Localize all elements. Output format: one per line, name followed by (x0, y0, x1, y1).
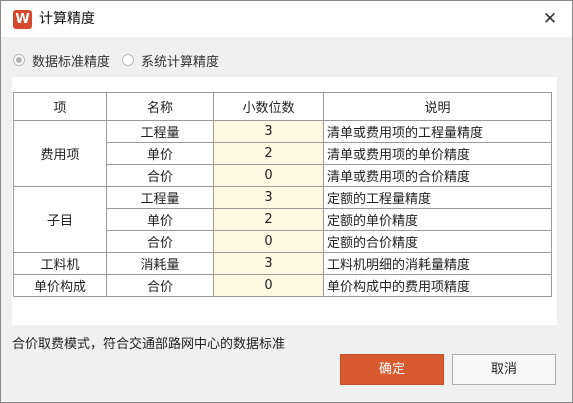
digits-cell[interactable]: 3 (213, 120, 324, 143)
group-cell: 单价构成 (13, 274, 107, 297)
digits-cell[interactable]: 2 (213, 142, 324, 165)
header-item: 项 (13, 92, 107, 121)
option-data-standard[interactable]: 数据标准精度 (13, 51, 110, 70)
digits-cell[interactable]: 3 (213, 252, 324, 275)
name-cell: 合价 (106, 230, 214, 253)
name-cell: 合价 (106, 274, 214, 297)
radio-system-calc[interactable] (122, 54, 135, 66)
dialog-title: 计算精度 (39, 11, 95, 27)
digits-cell[interactable]: 0 (213, 230, 324, 253)
name-cell: 合价 (106, 164, 214, 187)
digits-cell[interactable]: 3 (213, 186, 324, 209)
precision-table: 项 名称 小数位数 说明 费用项 工程量 3 清单或费用项的工程量精度 单价 2… (13, 92, 552, 297)
option-label: 系统计算精度 (141, 54, 220, 70)
digits-cell[interactable]: 0 (213, 274, 324, 297)
group-cell: 子目 (13, 186, 107, 253)
title-bar: W 计算精度 ✕ (1, 1, 572, 37)
header-digits: 小数位数 (213, 92, 324, 121)
table-row: 子目 工程量 3 定额的工程量精度 (13, 186, 552, 253)
close-icon[interactable]: ✕ (538, 7, 562, 31)
name-cell: 消耗量 (106, 252, 214, 275)
group-cell: 工料机 (13, 252, 107, 275)
precision-mode-options: 数据标准精度 系统计算精度 (13, 51, 231, 70)
description-cell: 定额的单价精度 (323, 208, 552, 231)
option-system-calc[interactable]: 系统计算精度 (122, 51, 219, 70)
description-cell: 单价构成中的费用项精度 (323, 274, 552, 297)
table-row: 工料机 消耗量 3 工料机明细的消耗量精度 (13, 252, 552, 275)
table-row: 费用项 工程量 3 清单或费用项的工程量精度 (13, 120, 552, 187)
description-cell: 清单或费用项的合价精度 (323, 164, 552, 187)
description-cell: 工料机明细的消耗量精度 (323, 252, 552, 275)
precision-table-panel: 项 名称 小数位数 说明 费用项 工程量 3 清单或费用项的工程量精度 单价 2… (12, 77, 557, 325)
footer-note: 合价取费模式，符合交通部路网中心的数据标准 (12, 337, 286, 352)
digits-cell[interactable]: 2 (213, 208, 324, 231)
table-header-row: 项 名称 小数位数 说明 (13, 92, 552, 121)
description-cell: 清单或费用项的工程量精度 (323, 120, 552, 143)
app-logo-icon: W (13, 10, 32, 29)
option-label: 数据标准精度 (32, 54, 111, 70)
ok-button[interactable]: 确定 (340, 354, 444, 385)
name-cell: 单价 (106, 142, 214, 165)
radio-data-standard[interactable] (13, 54, 25, 66)
cancel-button[interactable]: 取消 (452, 354, 556, 385)
group-cell: 费用项 (13, 120, 107, 187)
precision-dialog: W 计算精度 ✕ 数据标准精度 系统计算精度 项 名称 小数位数 说明 费用项 … (0, 0, 573, 403)
description-cell: 清单或费用项的单价精度 (323, 142, 552, 165)
table-row: 单价构成 合价 0 单价构成中的费用项精度 (13, 274, 552, 297)
header-description: 说明 (323, 92, 552, 121)
name-cell: 工程量 (106, 186, 214, 209)
name-cell: 单价 (106, 208, 214, 231)
header-name: 名称 (106, 92, 214, 121)
digits-cell[interactable]: 0 (213, 164, 324, 187)
description-cell: 定额的工程量精度 (323, 186, 552, 209)
description-cell: 定额的合价精度 (323, 230, 552, 253)
name-cell: 工程量 (106, 120, 214, 143)
